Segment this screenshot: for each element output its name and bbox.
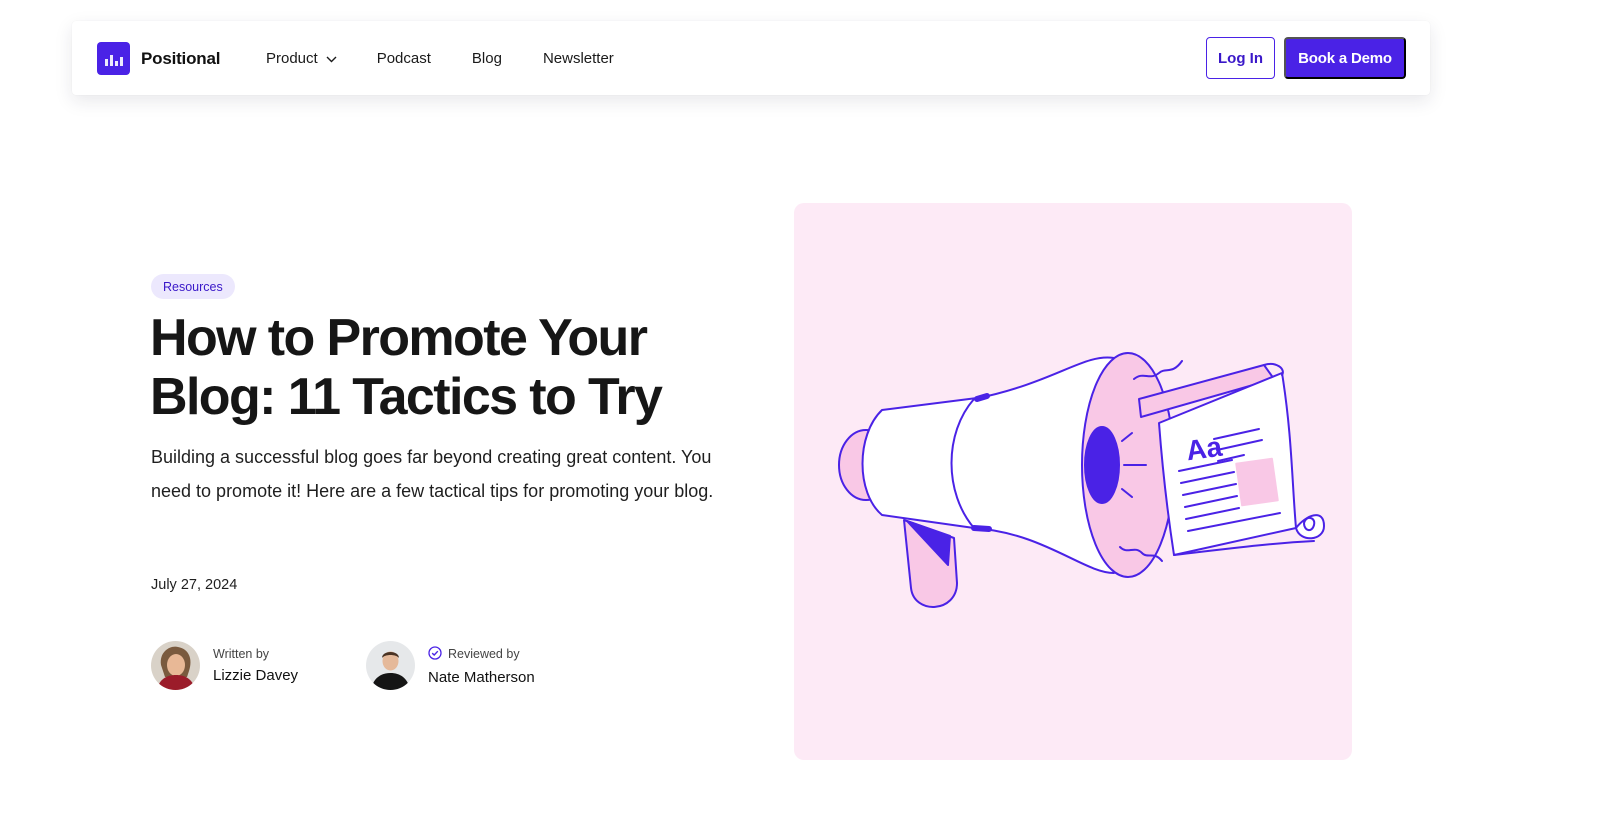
reviewer-name[interactable]: Nate Matherson <box>428 669 535 686</box>
logo-bars-icon <box>97 42 130 75</box>
megaphone-illustration: Aa <box>794 203 1352 760</box>
nav-product-label: Product <box>266 49 318 67</box>
reviewer-block: Reviewed by Nate Matherson <box>366 641 535 690</box>
category-badge[interactable]: Resources <box>151 274 235 299</box>
reviewer-avatar[interactable] <box>366 641 415 690</box>
reviewer-role-row: Reviewed by <box>428 645 535 663</box>
nav-podcast[interactable]: Podcast <box>377 50 431 67</box>
top-navbar: Positional Product Podcast Blog Newslett… <box>72 21 1430 95</box>
article-title: How to Promote Your Blog: 11 Tactics to … <box>150 309 663 426</box>
verified-check-icon <box>428 645 442 663</box>
author-avatar[interactable] <box>151 641 200 690</box>
svg-text:Aa: Aa <box>1184 431 1224 467</box>
nav-newsletter[interactable]: Newsletter <box>543 50 614 67</box>
brand-name: Positional <box>141 48 221 68</box>
login-button[interactable]: Log In <box>1206 37 1275 79</box>
nav-blog[interactable]: Blog <box>472 50 502 67</box>
reviewer-meta: Reviewed by Nate Matherson <box>428 645 535 686</box>
brand-logo[interactable]: Positional <box>97 42 220 75</box>
nav-product[interactable]: Product <box>266 50 337 67</box>
reviewer-role: Reviewed by <box>448 647 520 661</box>
main-nav: Product Podcast Blog Newsletter <box>266 21 614 95</box>
chevron-down-icon <box>326 50 337 67</box>
publish-date: July 27, 2024 <box>151 577 238 593</box>
author-name[interactable]: Lizzie Davey <box>213 667 298 684</box>
article-description: Building a successful blog goes far beyo… <box>151 447 714 501</box>
author-role: Written by <box>213 647 270 661</box>
author-block: Written by Lizzie Davey <box>151 641 298 690</box>
book-demo-button[interactable]: Book a Demo <box>1284 37 1406 79</box>
author-meta: Written by Lizzie Davey <box>213 647 298 684</box>
